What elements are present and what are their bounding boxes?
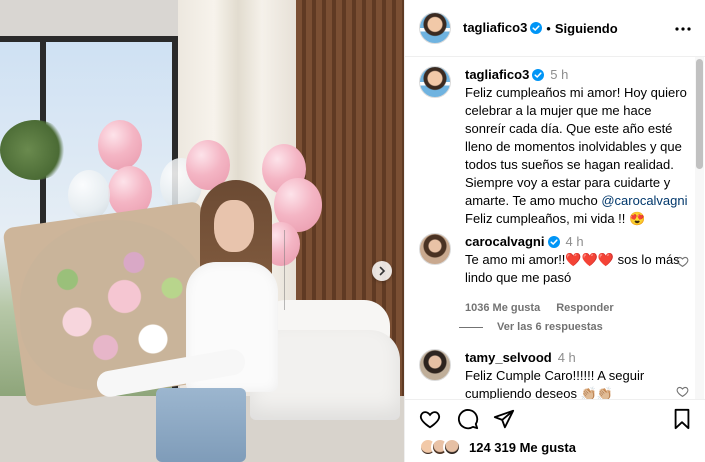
comment-likes[interactable]: 1036 Me gusta bbox=[465, 302, 540, 314]
comment-header: tamy_selvood 4 h bbox=[465, 349, 685, 367]
comment-text: Feliz Cumple Caro!!!!!! A seguir cumplie… bbox=[465, 368, 645, 399]
post-caption: tagliafico3 5 h Feliz cumpleaños mi amor!… bbox=[419, 66, 689, 228]
comment-time[interactable]: 4 h bbox=[558, 350, 576, 365]
comment-text: Te amo mi amor!!❤️❤️❤️ sos lo más lindo … bbox=[465, 252, 680, 285]
likes-summary[interactable]: 124 319 Me gusta bbox=[419, 436, 576, 458]
face bbox=[214, 200, 254, 252]
chevron-right-icon bbox=[379, 266, 386, 276]
caption-body: tagliafico3 5 h Feliz cumpleaños mi amor!… bbox=[465, 66, 689, 228]
likes-count: 124 319 Me gusta bbox=[469, 439, 576, 455]
next-image-button[interactable] bbox=[372, 261, 392, 281]
heart-icon[interactable] bbox=[676, 385, 689, 398]
author-avatar[interactable] bbox=[419, 12, 451, 44]
post-header: tagliafico3 • Siguiendo bbox=[405, 0, 705, 57]
following-button[interactable]: Siguiendo bbox=[555, 21, 618, 36]
post-photo bbox=[0, 0, 404, 462]
heart-icon[interactable] bbox=[419, 408, 441, 430]
liker-avatar bbox=[443, 438, 461, 456]
comment-header: carocalvagni 4 h bbox=[465, 233, 685, 251]
commenter-username[interactable]: carocalvagni bbox=[465, 234, 545, 249]
commenter-avatar[interactable] bbox=[419, 233, 451, 265]
comment: tamy_selvood 4 h Feliz Cumple Caro!!!!!! … bbox=[419, 349, 689, 399]
verified-badge-icon bbox=[530, 22, 543, 34]
caption-header: tagliafico3 5 h bbox=[465, 66, 689, 84]
commenter-avatar[interactable] bbox=[419, 349, 451, 381]
balloon bbox=[68, 170, 110, 220]
balloon bbox=[98, 120, 142, 170]
comment-body: carocalvagni 4 h Te amo mi amor!!❤️❤️❤️ s… bbox=[465, 233, 685, 317]
author-username[interactable]: tagliafico3 bbox=[463, 19, 527, 37]
commenter-username[interactable]: tamy_selvood bbox=[465, 350, 552, 365]
caption-time[interactable]: 5 h bbox=[550, 67, 568, 82]
verified-badge-icon bbox=[547, 236, 560, 248]
caption-avatar[interactable] bbox=[419, 66, 451, 98]
comments-area: tagliafico3 5 h Feliz cumpleaños mi amor!… bbox=[405, 57, 705, 399]
comment: carocalvagni 4 h Te amo mi amor!!❤️❤️❤️ s… bbox=[419, 233, 689, 317]
mention-link[interactable]: @carocalvagni bbox=[601, 193, 687, 208]
heart-icon[interactable] bbox=[676, 255, 689, 268]
comment-body: tamy_selvood 4 h Feliz Cumple Caro!!!!!! … bbox=[465, 349, 685, 399]
caption-username[interactable]: tagliafico3 bbox=[465, 67, 529, 82]
comment-time[interactable]: 4 h bbox=[566, 234, 584, 249]
balloon-string bbox=[284, 230, 285, 310]
paper-plane-icon[interactable] bbox=[493, 408, 515, 430]
verified-badge-icon bbox=[532, 69, 545, 81]
more-options-icon[interactable] bbox=[674, 20, 692, 38]
post-details-panel: tagliafico3 • Siguiendo tagliafico3 5 h F… bbox=[404, 0, 705, 462]
caption-text: Feliz cumpleaños mi amor! Hoy quiero cel… bbox=[465, 85, 688, 226]
bookmark-icon[interactable] bbox=[671, 408, 693, 430]
reply-button[interactable]: Responder bbox=[556, 302, 613, 314]
comment-actions: 1036 Me gusta Responder bbox=[465, 299, 685, 317]
palm-tree bbox=[0, 120, 70, 180]
separator: • bbox=[546, 20, 551, 36]
comment-icon[interactable] bbox=[457, 408, 479, 430]
jeans bbox=[156, 388, 246, 462]
view-replies-button[interactable]: Ver las 6 respuestas bbox=[459, 321, 603, 333]
post-actions bbox=[405, 399, 705, 435]
replies-line bbox=[459, 326, 483, 328]
